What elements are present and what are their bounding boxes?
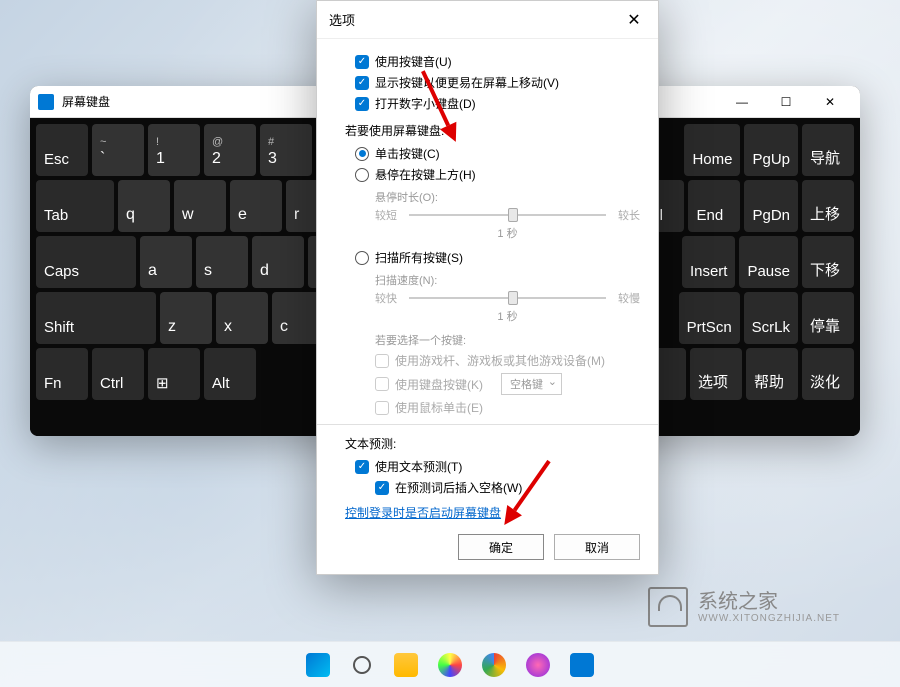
hover-duration-label: 悬停时长(O): — [375, 189, 640, 205]
osk-app-icon — [38, 94, 54, 110]
dialog-close-button[interactable]: ✕ — [622, 10, 646, 30]
ok-button[interactable]: 确定 — [458, 534, 544, 560]
key-end[interactable]: End — [688, 180, 740, 232]
hover-slider-thumb — [508, 208, 518, 222]
divider — [317, 424, 658, 425]
checkbox-keyboard — [375, 377, 389, 391]
app-icon-2[interactable] — [519, 646, 557, 684]
key-fade[interactable]: 淡化 — [802, 348, 854, 400]
combo-space: 空格键 — [501, 373, 562, 395]
checkbox-show-keys[interactable]: ✓ — [355, 76, 369, 90]
dialog-titlebar[interactable]: 选项 ✕ — [317, 1, 658, 39]
key-dock[interactable]: 停靠 — [802, 292, 854, 344]
label-hover: 悬停在按键上方(H) — [375, 166, 476, 183]
start-button[interactable] — [299, 646, 337, 684]
key-1[interactable]: !1 — [148, 124, 200, 176]
watermark-icon — [648, 587, 688, 627]
key-d[interactable]: d — [252, 236, 304, 288]
link-login-settings[interactable]: 控制登录时是否启动屏幕键盘 — [345, 504, 640, 521]
key-options[interactable]: 选项 — [690, 348, 742, 400]
scan-slider: 较快 较慢 — [375, 290, 640, 306]
watermark-main: 系统之家 — [698, 591, 840, 613]
key-pause[interactable]: Pause — [739, 236, 798, 288]
checkbox-joystick — [375, 354, 389, 368]
label-mouse: 使用鼠标单击(E) — [395, 399, 483, 416]
key-s[interactable]: s — [196, 236, 248, 288]
key-2[interactable]: @2 — [204, 124, 256, 176]
key-caps[interactable]: Caps — [36, 236, 136, 288]
checkbox-numpad[interactable]: ✓ — [355, 97, 369, 111]
key-backtick[interactable]: ~` — [92, 124, 144, 176]
scan-select-label: 若要选择一个按键: — [375, 332, 640, 348]
osk-taskbar-icon[interactable] — [563, 646, 601, 684]
key-nav[interactable]: 导航 — [802, 124, 854, 176]
key-pgup[interactable]: PgUp — [744, 124, 798, 176]
dialog-footer: 确定 取消 — [458, 534, 640, 560]
key-pgdn[interactable]: PgDn — [744, 180, 798, 232]
key-fn[interactable]: Fn — [36, 348, 88, 400]
key-ctrl[interactable]: Ctrl — [92, 348, 144, 400]
cancel-button[interactable]: 取消 — [554, 534, 640, 560]
radio-click[interactable] — [355, 147, 369, 161]
scan-speed-label: 扫描速度(N): — [375, 272, 640, 288]
label-keyboard: 使用键盘按键(K) — [395, 376, 483, 393]
radio-hover[interactable] — [355, 168, 369, 182]
label-sound: 使用按键音(U) — [375, 53, 452, 70]
checkbox-predict-space[interactable]: ✓ — [375, 481, 389, 495]
key-z[interactable]: z — [160, 292, 212, 344]
label-click: 单击按键(C) — [375, 145, 440, 162]
chrome-icon[interactable] — [475, 646, 513, 684]
key-help[interactable]: 帮助 — [746, 348, 798, 400]
watermark: 系统之家 WWW.XITONGZHIJIA.NET — [648, 587, 840, 627]
hover-value: 1 秒 — [375, 225, 640, 241]
key-alt[interactable]: Alt — [204, 348, 256, 400]
section-predict-label: 文本预测: — [345, 435, 640, 452]
maximize-button[interactable]: ☐ — [764, 88, 808, 116]
label-predict: 使用文本预测(T) — [375, 458, 462, 475]
scan-value: 1 秒 — [375, 308, 640, 324]
key-shift[interactable]: Shift — [36, 292, 156, 344]
taskbar — [0, 641, 900, 687]
options-dialog: 选项 ✕ ✓ 使用按键音(U) ✓ 显示按键以便更易在屏幕上移动(V) ✓ 打开数字小… — [316, 0, 659, 575]
key-a[interactable]: a — [140, 236, 192, 288]
label-scan: 扫描所有按键(S) — [375, 249, 463, 266]
close-button[interactable]: ✕ — [808, 88, 852, 116]
key-3[interactable]: #3 — [260, 124, 312, 176]
explorer-icon[interactable] — [387, 646, 425, 684]
key-up[interactable]: 上移 — [802, 180, 854, 232]
label-predict-space: 在预测词后插入空格(W) — [395, 479, 522, 496]
dialog-body: ✓ 使用按键音(U) ✓ 显示按键以便更易在屏幕上移动(V) ✓ 打开数字小键盘(D)… — [317, 39, 658, 527]
key-scrlk[interactable]: ScrLk — [744, 292, 798, 344]
key-prtscn[interactable]: PrtScn — [679, 292, 740, 344]
dialog-title: 选项 — [329, 10, 622, 29]
key-esc[interactable]: Esc — [36, 124, 88, 176]
window-controls: — ☐ ✕ — [720, 88, 852, 116]
label-show-keys: 显示按键以便更易在屏幕上移动(V) — [375, 74, 559, 91]
section-mode-label: 若要使用屏幕键盘: — [345, 122, 640, 139]
radio-scan[interactable] — [355, 251, 369, 265]
hover-slider: 较短 较长 — [375, 207, 640, 223]
label-joystick: 使用游戏杆、游戏板或其他游戏设备(M) — [395, 352, 605, 369]
scan-slider-thumb — [508, 291, 518, 305]
key-home[interactable]: Home — [684, 124, 740, 176]
key-insert[interactable]: Insert — [682, 236, 736, 288]
key-tab[interactable]: Tab — [36, 180, 114, 232]
app-icon-1[interactable] — [431, 646, 469, 684]
checkbox-predict[interactable]: ✓ — [355, 460, 369, 474]
key-x[interactable]: x — [216, 292, 268, 344]
key-win[interactable]: ⊞ — [148, 348, 200, 400]
key-q[interactable]: q — [118, 180, 170, 232]
key-w[interactable]: w — [174, 180, 226, 232]
watermark-sub: WWW.XITONGZHIJIA.NET — [698, 613, 840, 624]
minimize-button[interactable]: — — [720, 88, 764, 116]
key-e[interactable]: e — [230, 180, 282, 232]
key-down[interactable]: 下移 — [802, 236, 854, 288]
checkbox-sound[interactable]: ✓ — [355, 55, 369, 69]
label-numpad: 打开数字小键盘(D) — [375, 95, 476, 112]
checkbox-mouse — [375, 401, 389, 415]
search-button[interactable] — [343, 646, 381, 684]
